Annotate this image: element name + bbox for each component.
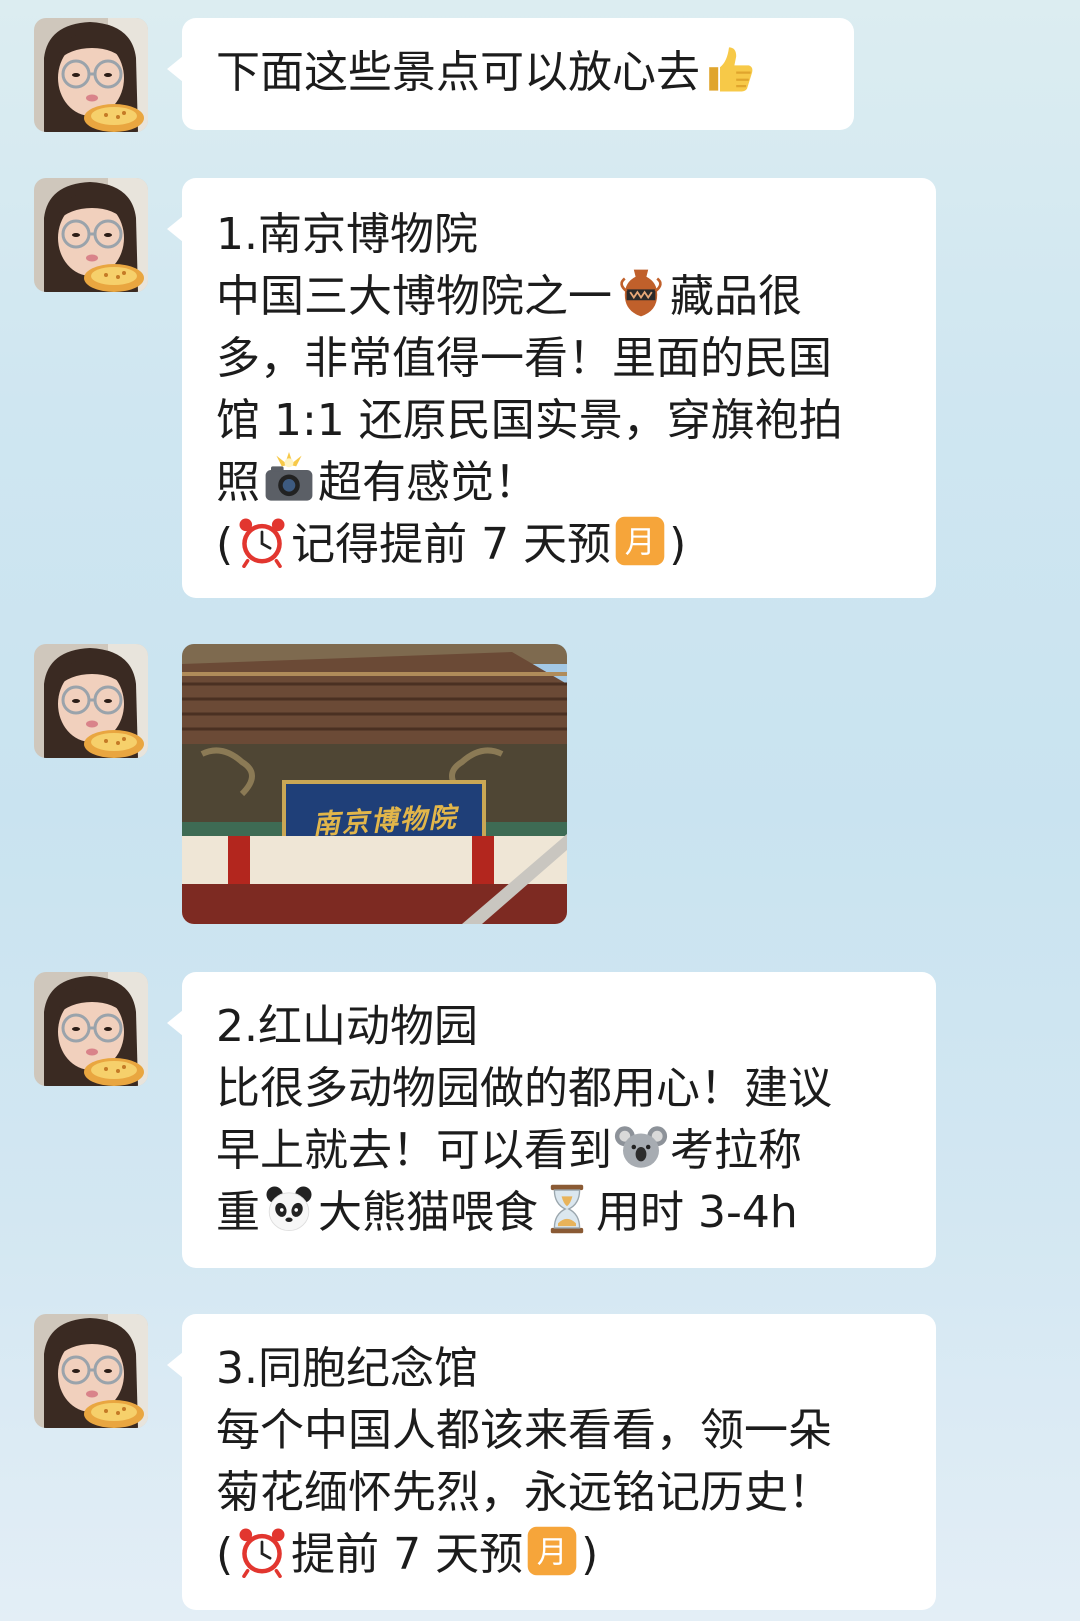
- message-line: 重大熊猫喂食 用时 3-4h: [216, 1182, 906, 1244]
- alarm-clock-icon: [235, 514, 289, 568]
- month-button-icon: [613, 514, 667, 568]
- message-line: (提前 7 天预): [216, 1524, 906, 1586]
- message-line: 下面这些景点可以放心去: [216, 42, 824, 104]
- month-button-icon: [525, 1524, 579, 1578]
- message-title: 1.南京博物院: [216, 209, 478, 260]
- message-line: 照超有感觉！: [216, 452, 906, 514]
- thumbs-up-icon: [702, 42, 756, 96]
- sender-avatar[interactable]: [34, 644, 148, 758]
- camera-flash-icon: [262, 452, 316, 506]
- sender-avatar[interactable]: [34, 18, 148, 132]
- sender-avatar[interactable]: [34, 1314, 148, 1428]
- sender-avatar[interactable]: [34, 972, 148, 1086]
- message-line: (记得提前 7 天预): [216, 514, 906, 576]
- message-line: 比很多动物园做的都用心！建议: [216, 1063, 832, 1114]
- message-title: 3.同胞纪念馆: [216, 1343, 478, 1394]
- message-line: 菊花缅怀先烈，永远铭记历史！: [216, 1467, 832, 1518]
- message-line: 多，非常值得一看！里面的民国: [216, 333, 832, 384]
- message-title: 2.红山动物园: [216, 1001, 478, 1052]
- message-line: 早上就去！可以看到 考拉称: [216, 1120, 906, 1182]
- hourglass-icon: [540, 1182, 594, 1236]
- message-line: 中国三大博物院之一 藏品很: [216, 266, 906, 328]
- message-bubble-1[interactable]: 下面这些景点可以放心去: [167, 18, 854, 130]
- sender-avatar[interactable]: [34, 178, 148, 292]
- museum-photo[interactable]: 南京博物院: [182, 644, 567, 924]
- amphora-icon: [614, 266, 668, 320]
- message-line: 每个中国人都该来看看，领一朵: [216, 1405, 832, 1456]
- koala-icon: [614, 1120, 668, 1174]
- panda-icon: [262, 1182, 316, 1236]
- message-bubble-4[interactable]: 2.红山动物园 比很多动物园做的都用心！建议 早上就去！可以看到 考拉称 重大熊猫…: [167, 972, 936, 1268]
- message-bubble-2[interactable]: 1.南京博物院 中国三大博物院之一 藏品很 多，非常值得一看！里面的民国 馆 1:…: [167, 178, 936, 598]
- alarm-clock-icon: [235, 1524, 289, 1578]
- message-line: 馆 1:1 还原民国实景，穿旗袍拍: [216, 395, 843, 446]
- message-bubble-5[interactable]: 3.同胞纪念馆 每个中国人都该来看看，领一朵 菊花缅怀先烈，永远铭记历史！ (提…: [167, 1314, 936, 1610]
